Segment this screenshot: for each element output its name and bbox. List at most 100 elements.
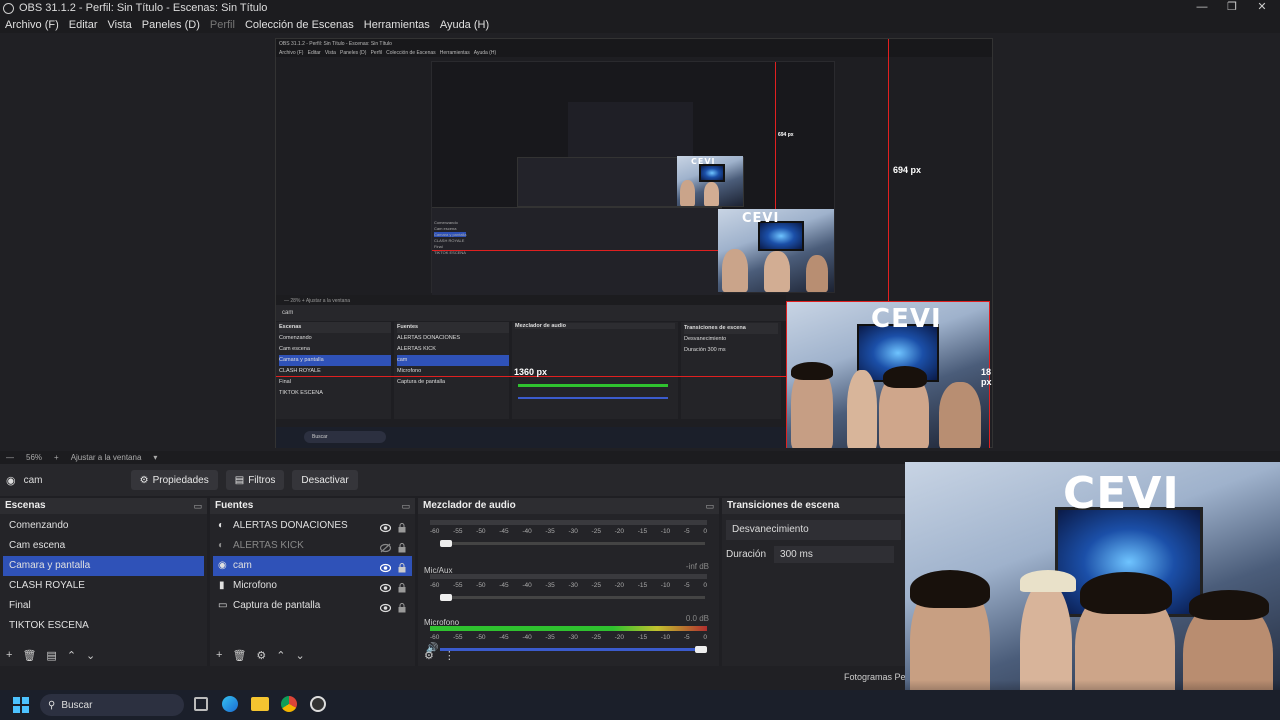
edge-icon[interactable] bbox=[222, 696, 238, 712]
eye-icon[interactable] bbox=[379, 601, 392, 613]
popout-icon[interactable]: ▭ bbox=[401, 498, 410, 514]
nested-preview-level2: Comenzando Cam escena Camara y pantalla CLA… bbox=[431, 61, 835, 295]
nested-camera-level3: CEVI bbox=[677, 156, 743, 206]
scenes-footer: + 🗑 ▤ ⌃ ⌄ bbox=[0, 644, 207, 666]
eye-icon[interactable] bbox=[379, 561, 392, 573]
chevron-down-icon[interactable]: ⌄ bbox=[86, 649, 95, 662]
source-item[interactable]: ▮ Microfono bbox=[213, 576, 412, 596]
mixer-header: Mezclador de audio ▭ bbox=[418, 498, 719, 514]
scene-item[interactable]: CLASH ROYALE bbox=[3, 576, 204, 596]
transitions-dock: Transiciones de escena Desvanecimiento D… bbox=[722, 498, 905, 666]
scene-item[interactable]: Comenzando bbox=[3, 516, 204, 536]
browser-icon: ◐ bbox=[218, 520, 225, 531]
nested-camera-level2: CEVI bbox=[718, 209, 834, 292]
menu-herramientas[interactable]: Herramientas bbox=[364, 19, 430, 31]
menu-editar[interactable]: Editar bbox=[69, 19, 98, 31]
nested-title: OBS 31.1.2 - Perfil: Sin Título - Escena… bbox=[276, 39, 992, 49]
lock-icon[interactable] bbox=[398, 601, 406, 613]
lock-icon[interactable] bbox=[398, 561, 406, 573]
chrome-icon[interactable] bbox=[281, 696, 297, 712]
filter-icon[interactable]: ▤ bbox=[46, 649, 56, 662]
fit-window-label[interactable]: Ajustar a la ventana bbox=[71, 453, 142, 462]
source-item[interactable]: ▭ Captura de pantalla bbox=[213, 596, 412, 616]
zoom-in-icon[interactable]: + bbox=[54, 453, 59, 462]
more-options-icon[interactable]: ⋮ bbox=[444, 649, 455, 662]
status-bar bbox=[0, 666, 905, 690]
transition-select[interactable]: Desvanecimiento bbox=[726, 520, 901, 540]
meter-ticks: -60 -55 -50 -45 -40 -35 -30 -25 -20 -15 -10 -5 0 bbox=[430, 528, 707, 535]
menu-paneles[interactable]: Paneles (D) bbox=[142, 19, 200, 31]
popout-icon[interactable]: ▭ bbox=[705, 498, 714, 514]
file-explorer-icon[interactable] bbox=[251, 697, 269, 711]
volume-meter bbox=[430, 520, 707, 525]
chevron-up-icon[interactable]: ⌃ bbox=[276, 649, 285, 662]
lock-icon[interactable] bbox=[398, 581, 406, 593]
menu-perfil[interactable]: Perfil bbox=[210, 19, 235, 31]
volume-knob[interactable] bbox=[440, 540, 452, 547]
menu-coleccion[interactable]: Colección de Escenas bbox=[245, 19, 354, 31]
preview-canvas[interactable]: OBS 31.1.2 - Perfil: Sin Título - Escena… bbox=[275, 38, 993, 448]
obs-logo-icon bbox=[3, 2, 14, 14]
scenes-header: Escenas ▭ bbox=[0, 498, 207, 514]
eye-icon[interactable] bbox=[379, 521, 392, 533]
microphone-icon: ▮ bbox=[219, 580, 225, 591]
duration-label: Duración bbox=[726, 549, 767, 560]
menu-archivo[interactable]: Archivo (F) bbox=[5, 19, 59, 31]
nested-camera-level1: CEVI bbox=[786, 301, 990, 448]
zoom-level: 56% bbox=[26, 453, 43, 462]
chevron-up-icon[interactable]: ⌃ bbox=[67, 649, 76, 662]
scene-item[interactable]: Cam escena bbox=[3, 536, 204, 556]
volume-knob[interactable] bbox=[440, 594, 452, 601]
volume-slider[interactable] bbox=[440, 596, 705, 599]
trash-icon[interactable]: 🗑 bbox=[22, 649, 36, 662]
browser-icon: ◐ bbox=[218, 540, 225, 551]
scene-item[interactable]: Final bbox=[3, 596, 204, 616]
nested-menu: Archivo (F) Editar Vista Paneles (D) Per… bbox=[276, 49, 992, 57]
gear-icon[interactable]: ⚙ bbox=[256, 649, 266, 662]
transitions-header: Transiciones de escena bbox=[722, 498, 905, 514]
zoom-out-icon[interactable]: — bbox=[6, 453, 14, 462]
volume-meter bbox=[430, 626, 707, 631]
scene-item[interactable]: TIKTOK ESCENA bbox=[3, 616, 204, 636]
advanced-audio-icon[interactable]: ⚙ bbox=[424, 649, 434, 662]
source-item-selected[interactable]: ◉ cam bbox=[213, 556, 412, 576]
source-item[interactable]: ◐ ALERTAS KICK bbox=[213, 536, 412, 556]
windows-start-icon[interactable] bbox=[13, 697, 29, 713]
chevron-down-icon[interactable]: ⌄ bbox=[296, 649, 305, 662]
taskbar bbox=[0, 690, 1280, 720]
filters-button[interactable]: ▤ Filtros bbox=[225, 470, 285, 490]
source-item[interactable]: ◐ ALERTAS DONACIONES bbox=[213, 516, 412, 536]
nested-obs-window: OBS 31.1.2 - Perfil: Sin Título - Escena… bbox=[275, 38, 993, 448]
eye-icon[interactable] bbox=[379, 581, 392, 593]
task-view-icon[interactable] bbox=[194, 697, 208, 711]
lock-icon[interactable] bbox=[398, 521, 406, 533]
scene-item-selected[interactable]: Camara y pantalla bbox=[3, 556, 204, 576]
chevron-down-icon[interactable]: ▾ bbox=[153, 453, 157, 462]
volume-slider[interactable] bbox=[440, 542, 705, 545]
popout-icon[interactable]: ▭ bbox=[193, 498, 202, 514]
mixer-footer: ⚙ ⋮ bbox=[418, 644, 719, 666]
sources-footer: + 🗑 ⚙ ⌃ ⌄ bbox=[210, 644, 415, 666]
add-icon[interactable]: + bbox=[216, 649, 222, 661]
trash-icon[interactable]: 🗑 bbox=[232, 649, 246, 662]
properties-button[interactable]: ⚙ Propiedades bbox=[130, 470, 218, 490]
duration-input[interactable]: 300 ms bbox=[774, 546, 895, 563]
close-icon[interactable]: ✕ bbox=[1246, 0, 1278, 14]
deactivate-button[interactable]: Desactivar bbox=[292, 470, 358, 490]
window-title: OBS 31.1.2 - Perfil: Sin Título - Escena… bbox=[19, 2, 268, 14]
monitor-icon: ▭ bbox=[218, 600, 228, 611]
obs-taskbar-icon[interactable] bbox=[310, 696, 326, 712]
maximize-icon[interactable]: ❐ bbox=[1216, 0, 1248, 14]
menu-vista[interactable]: Vista bbox=[108, 19, 132, 31]
eye-hidden-icon[interactable] bbox=[379, 541, 392, 553]
taskbar-search[interactable]: ⚲ Buscar bbox=[40, 694, 184, 716]
audio-channel-mic-aux: Mic/Aux -inf dB -60 -55 -50 -45 -40 -35 -30 -25… bbox=[418, 558, 719, 610]
sources-dock: Fuentes ▭ ◐ ALERTAS DONACIONES ◐ ALERTAS … bbox=[210, 498, 415, 666]
add-icon[interactable]: + bbox=[6, 649, 12, 661]
menu-ayuda[interactable]: Ayuda (H) bbox=[440, 19, 489, 31]
gear-icon: ⚙ bbox=[139, 474, 149, 486]
title-bar: OBS 31.1.2 - Perfil: Sin Título - Escena… bbox=[0, 0, 1280, 16]
source-toolbar: ◉ cam ⚙ Propiedades ▤ Filtros Desactivar bbox=[0, 464, 905, 496]
lock-icon[interactable] bbox=[398, 541, 406, 553]
minimize-icon[interactable]: — bbox=[1186, 0, 1218, 14]
